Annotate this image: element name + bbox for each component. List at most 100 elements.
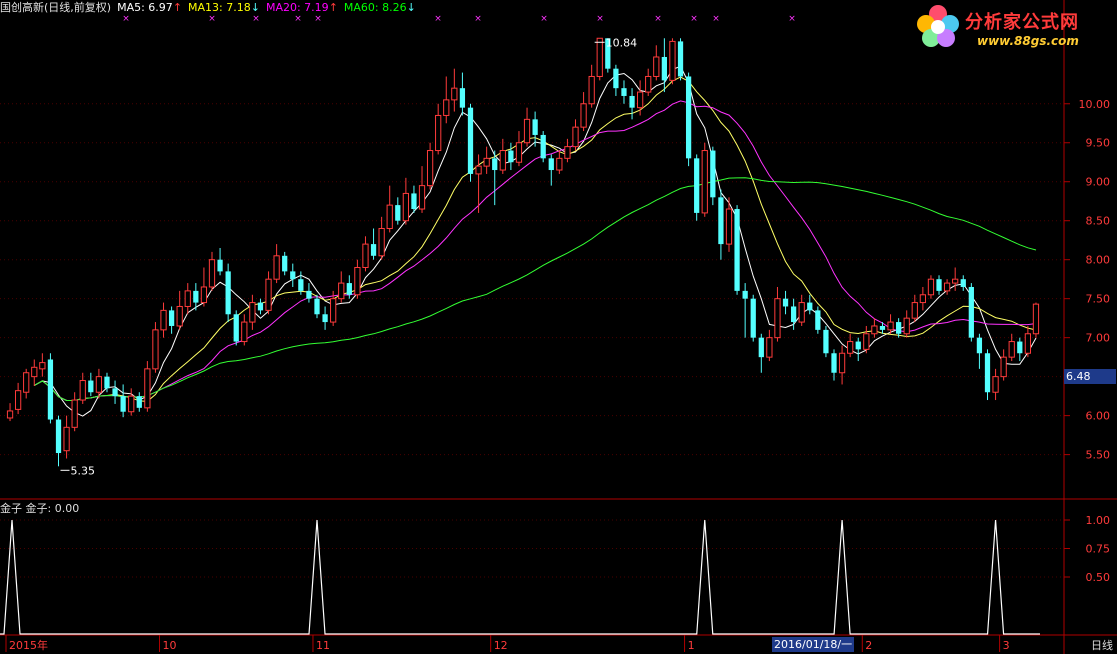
candle[interactable] (734, 205, 740, 295)
candle[interactable] (871, 318, 878, 338)
candle[interactable] (927, 275, 935, 299)
candle[interactable] (426, 142, 434, 190)
candle[interactable] (798, 294, 805, 326)
candle[interactable] (136, 392, 142, 412)
candle[interactable] (79, 372, 86, 404)
candle[interactable] (200, 267, 208, 307)
candle[interactable] (580, 92, 587, 132)
candle[interactable] (14, 382, 22, 415)
candle[interactable] (653, 45, 660, 81)
candle[interactable] (176, 290, 183, 330)
candle[interactable] (395, 197, 401, 225)
candle[interactable] (677, 38, 684, 81)
candle[interactable] (855, 337, 861, 362)
candle[interactable] (63, 415, 70, 459)
candle[interactable] (815, 306, 821, 334)
candle[interactable] (523, 107, 531, 147)
candle[interactable] (411, 185, 417, 213)
candle[interactable] (887, 314, 894, 334)
candle[interactable] (257, 298, 264, 315)
candle[interactable] (208, 251, 216, 291)
candle[interactable] (249, 294, 256, 330)
candle[interactable] (588, 64, 595, 108)
candle[interactable] (6, 403, 14, 422)
candle[interactable] (1008, 333, 1015, 362)
candle[interactable] (596, 37, 603, 81)
candle[interactable] (386, 185, 393, 233)
candle[interactable] (863, 325, 870, 354)
candle[interactable] (306, 283, 312, 303)
candle[interactable] (265, 271, 272, 315)
candle[interactable] (515, 131, 523, 167)
candle[interactable] (742, 283, 748, 338)
candle[interactable] (282, 251, 288, 276)
candle[interactable] (1032, 302, 1040, 338)
candle[interactable] (290, 263, 296, 287)
candle[interactable] (402, 177, 409, 225)
candle[interactable] (39, 353, 46, 377)
candle[interactable] (144, 361, 151, 412)
candle[interactable] (354, 259, 361, 299)
candle[interactable] (718, 189, 724, 260)
candle[interactable] (31, 359, 38, 386)
candle[interactable] (378, 216, 385, 260)
candle[interactable] (838, 345, 846, 385)
candle[interactable] (774, 286, 781, 342)
candle[interactable] (128, 388, 135, 416)
candle[interactable] (782, 290, 789, 315)
candlestick-series[interactable] (6, 37, 1040, 467)
candle[interactable] (645, 68, 652, 96)
candle[interactable] (217, 248, 223, 276)
candle[interactable] (669, 38, 676, 85)
candle[interactable] (451, 68, 458, 112)
candle[interactable] (903, 310, 910, 338)
candle[interactable] (338, 271, 345, 303)
candle[interactable] (629, 88, 635, 120)
candle[interactable] (233, 310, 239, 346)
candle[interactable] (508, 142, 514, 171)
candle[interactable] (120, 384, 126, 418)
candle[interactable] (556, 150, 563, 174)
candle[interactable] (621, 80, 627, 104)
candle[interactable] (831, 349, 837, 381)
candle[interactable] (492, 150, 498, 206)
candle[interactable] (984, 349, 991, 401)
candle[interactable] (919, 286, 926, 311)
candle[interactable] (435, 103, 442, 155)
candle[interactable] (936, 275, 942, 295)
chart-canvas[interactable]: 5.506.006.507.007.508.008.509.009.5010.0… (0, 0, 1117, 654)
candle[interactable] (160, 302, 167, 338)
candle[interactable] (418, 166, 426, 213)
candle[interactable] (637, 80, 644, 116)
candle[interactable] (23, 368, 30, 399)
candle[interactable] (184, 283, 191, 315)
candle[interactable] (952, 267, 959, 291)
candle[interactable] (322, 306, 328, 330)
candle[interactable] (459, 72, 466, 116)
candle[interactable] (968, 283, 974, 342)
candle[interactable] (483, 146, 490, 174)
candle[interactable] (499, 138, 506, 174)
candle[interactable] (1017, 337, 1023, 362)
candle[interactable] (992, 368, 999, 401)
candle[interactable] (823, 325, 829, 358)
candle[interactable] (564, 138, 571, 163)
candle[interactable] (572, 119, 579, 151)
candle[interactable] (548, 154, 554, 186)
candle[interactable] (685, 72, 692, 167)
candle[interactable] (532, 111, 538, 147)
candle[interactable] (976, 333, 983, 369)
candle[interactable] (1000, 349, 1007, 381)
candle[interactable] (241, 314, 248, 346)
candle[interactable] (168, 306, 175, 334)
candle[interactable] (694, 154, 700, 221)
period-label[interactable]: 日线 (1091, 637, 1113, 653)
candle[interactable] (55, 415, 62, 467)
candle[interactable] (613, 64, 619, 96)
candle[interactable] (273, 244, 280, 284)
candle[interactable] (362, 236, 369, 272)
candle[interactable] (710, 146, 716, 206)
candle[interactable] (540, 131, 546, 163)
candle[interactable] (807, 294, 813, 315)
candle[interactable] (750, 294, 756, 342)
